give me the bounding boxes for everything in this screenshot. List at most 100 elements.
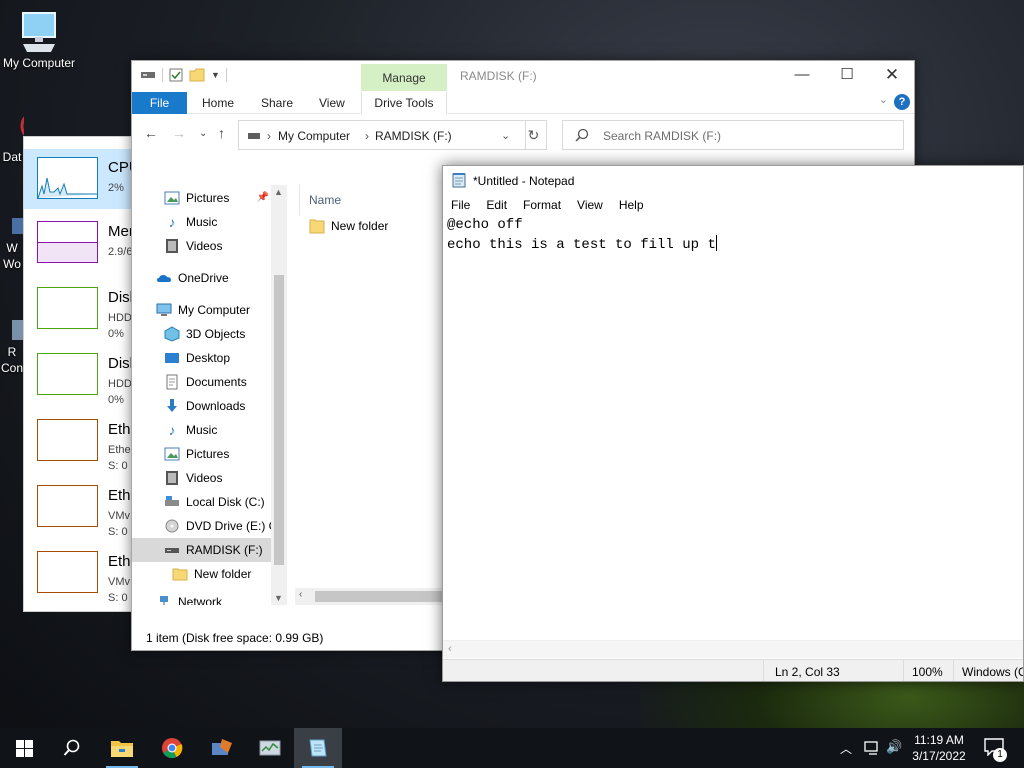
network-icon[interactable] [864,740,880,756]
scroll-down-icon[interactable]: ▼ [274,593,283,603]
scroll-left-icon[interactable]: ‹ [299,589,302,600]
qat-dropdown-icon[interactable]: ▼ [211,70,220,80]
nav-item-desktop[interactable]: Desktop [164,346,230,370]
nav-item-downloads[interactable]: Downloads [164,394,245,418]
ethernet-graph [37,485,98,527]
breadcrumb-root[interactable]: My Computer [278,129,350,143]
menu-view[interactable]: View [569,194,611,216]
nav-item-documents[interactable]: Documents [164,370,247,394]
list-item[interactable]: New folder [309,218,388,234]
nav-item-local-disk[interactable]: Local Disk (C:) [164,490,265,514]
menu-file[interactable]: File [443,194,478,216]
column-header-name[interactable]: Name [309,193,341,207]
desktop-icon-partial[interactable]: W Wo [0,214,24,272]
notepad-hscrollbar[interactable]: ‹ [443,640,1023,658]
scroll-up-icon[interactable]: ▲ [274,187,283,197]
desktop-icon-label: R [7,345,17,359]
pin-icon[interactable]: 📌 [257,186,269,210]
back-arrow-icon[interactable]: ← [144,125,158,141]
notepad-menubar: File Edit Format View Help [443,194,1023,216]
scroll-left-icon[interactable]: ‹ [448,643,452,655]
tm-item-sub: HDD 0% [108,378,132,406]
tab-view[interactable]: View [319,92,345,114]
desktop-icon-partial[interactable]: R Con [0,318,24,376]
maximize-icon[interactable]: ☐ [824,61,870,91]
notepad-titlebar[interactable]: *Untitled - Notepad [443,166,1023,194]
search-icon [575,128,589,142]
drive-icon[interactable] [140,69,156,81]
file-explorer-icon [111,741,133,757]
tab-drive-tools[interactable]: Drive Tools [361,92,447,114]
scroll-thumb[interactable] [274,275,284,565]
text-line: @echo off [447,217,523,233]
nav-item-my-computer[interactable]: My Computer [156,298,250,322]
nav-item-label: New folder [194,567,252,581]
search-box[interactable]: Search RAMDISK (F:) [562,120,904,150]
nav-item-music[interactable]: ♪ Music [164,418,218,442]
taskbar-app[interactable] [198,728,246,768]
music-icon: ♪ [168,214,176,230]
nav-item-music[interactable]: ♪ Music [164,210,218,234]
nav-item-label: Network [178,595,223,605]
search-button[interactable] [48,728,96,768]
downloads-icon [167,399,177,412]
content-hscrollbar[interactable]: ‹ [295,588,445,605]
desktop-icon-partial[interactable]: Dat [0,108,24,164]
item-count: 1 item (Disk free space: 0.99 GB) [146,631,324,645]
menu-format[interactable]: Format [515,194,569,216]
menu-edit[interactable]: Edit [478,194,515,216]
forward-arrow-icon[interactable]: → [172,125,186,141]
dvd-drive-icon [165,519,179,533]
taskbar-chrome[interactable] [148,728,196,768]
tab-share[interactable]: Share [261,92,293,114]
nav-pane-scrollbar[interactable]: ▲ ▼ [271,185,287,605]
nav-item-videos[interactable]: Videos [164,466,222,490]
notepad-window[interactable]: *Untitled - Notepad File Edit Format Vie… [442,165,1024,682]
tab-home[interactable]: Home [202,92,234,114]
minimize-icon[interactable]: — [779,61,825,91]
up-arrow-icon[interactable]: ↑ [218,125,225,141]
expand-ribbon-icon[interactable]: ⌄ [879,93,888,106]
address-dropdown-icon[interactable]: ⌄ [501,129,510,142]
nav-item-pictures[interactable]: Pictures 📌 [164,186,269,210]
properties-icon[interactable] [169,68,183,82]
system-clock[interactable]: 11:19 AM 3/17/2022 [907,732,971,764]
explorer-titlebar[interactable]: ▼ Manage RAMDISK (F:) — ☐ ✕ [132,61,914,93]
taskbar-notepad[interactable] [294,728,342,768]
tab-file[interactable]: File [132,92,187,114]
start-button[interactable] [0,728,48,768]
nav-item-pictures[interactable]: Pictures [164,442,229,466]
ethernet-graph [37,419,98,461]
desktop-icon-my-computer[interactable]: My Computer [0,10,78,70]
taskbar-file-explorer[interactable] [98,728,146,768]
taskbar-task-manager[interactable] [246,728,294,768]
notepad-text-area[interactable]: @echo off echo this is a test to fill up … [447,216,1021,640]
desktop-icon-label: My Computer [2,56,76,70]
refresh-icon[interactable]: ↻ [521,120,547,150]
manage-context-tab[interactable]: Manage [361,64,447,91]
tm-item-sub: Ethe S: 0 [108,444,131,472]
nav-item-new-folder[interactable]: New folder [172,562,251,586]
new-folder-icon[interactable] [189,68,205,82]
menu-help[interactable]: Help [611,194,652,216]
scroll-thumb[interactable] [315,591,445,602]
nav-item-network[interactable]: Network [156,590,222,605]
breadcrumb-current[interactable]: RAMDISK (F:) [375,129,452,143]
show-hidden-icons-icon[interactable]: ︿ [840,740,852,757]
taskbar: ︿ 🔊 11:19 AM 3/17/2022 1 [0,728,1024,768]
address-bar[interactable]: › My Computer › RAMDISK (F:) ⌄ [238,120,526,150]
nav-item-3d-objects[interactable]: 3D Objects [164,322,245,346]
help-icon[interactable]: ? [894,94,910,110]
nav-item-dvd-drive[interactable]: DVD Drive (E:) CI [164,514,281,538]
recent-locations-icon[interactable]: ⌄ [199,128,207,139]
nav-item-label: RAMDISK (F:) [186,543,263,557]
search-input[interactable]: Search RAMDISK (F:) [603,129,721,143]
quick-access-toolbar: ▼ [140,68,227,82]
app-icon [212,739,232,755]
nav-item-videos[interactable]: Videos [164,234,222,258]
nav-item-ramdisk[interactable]: RAMDISK (F:) [132,538,271,562]
volume-icon[interactable]: 🔊 [886,739,902,755]
action-center-button[interactable]: 1 [980,728,1020,768]
nav-item-onedrive[interactable]: OneDrive [156,266,229,290]
close-icon[interactable]: ✕ [869,61,914,91]
